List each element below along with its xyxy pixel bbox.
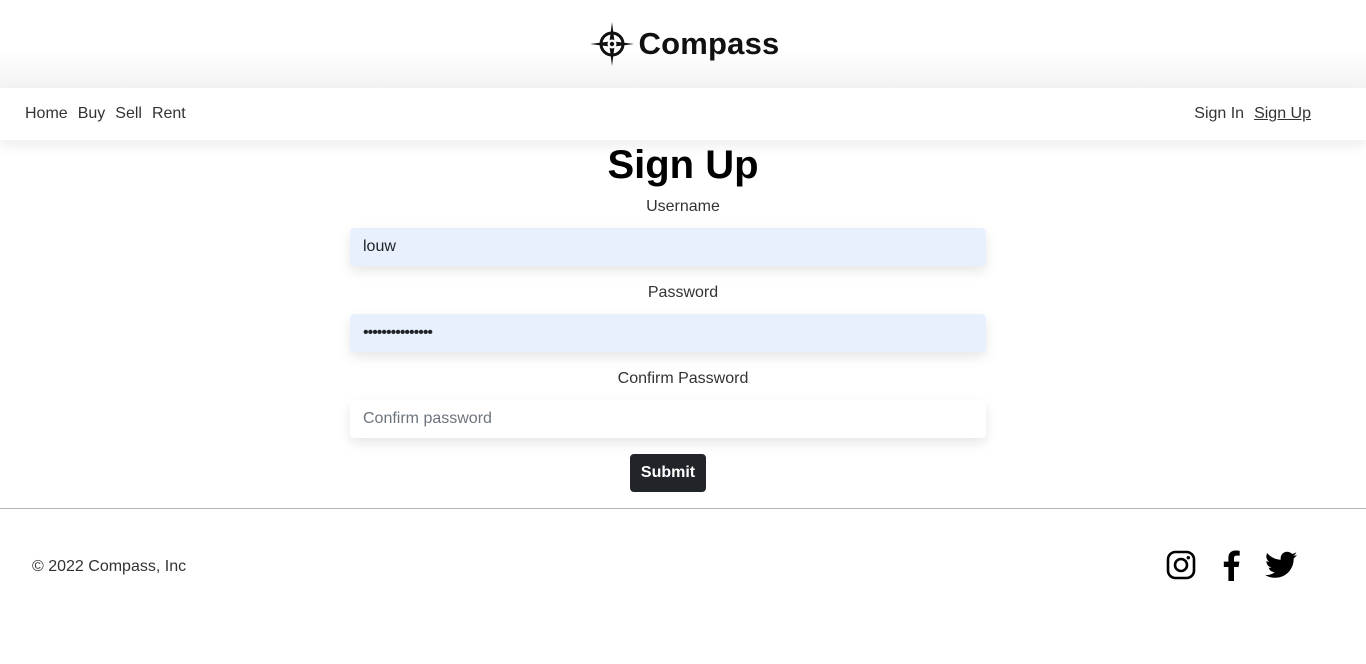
main-navbar: Home Buy Sell Rent Sign In Sign Up <box>0 88 1366 140</box>
compass-rose-icon <box>589 22 634 66</box>
nav-buy-link[interactable]: Buy <box>78 105 106 123</box>
twitter-icon <box>1265 551 1297 578</box>
password-input[interactable] <box>350 314 986 352</box>
footer-divider <box>0 508 1366 509</box>
nav-sell-link[interactable]: Sell <box>115 105 142 123</box>
instagram-link[interactable] <box>1165 548 1197 582</box>
nav-home-link[interactable]: Home <box>25 105 68 123</box>
username-input[interactable] <box>350 228 986 266</box>
nav-sign-up-link[interactable]: Sign Up <box>1254 105 1311 123</box>
nav-left-links: Home Buy Sell Rent <box>25 105 186 123</box>
brand-name: Compass <box>638 26 780 61</box>
nav-sign-in-link[interactable]: Sign In <box>1194 105 1244 123</box>
confirm-password-label: Confirm Password <box>617 370 749 387</box>
nav-rent-link[interactable]: Rent <box>152 105 186 123</box>
brand-header: Compass <box>0 0 1366 88</box>
facebook-link[interactable] <box>1215 548 1247 582</box>
page-title: Sign Up <box>607 143 759 187</box>
password-label: Password <box>647 284 719 301</box>
social-links <box>1165 548 1297 582</box>
copyright-text: © 2022 Compass, Inc <box>32 558 187 575</box>
brand-link[interactable]: Compass <box>589 21 780 67</box>
submit-button[interactable]: Submit <box>630 454 706 492</box>
twitter-link[interactable] <box>1265 548 1297 582</box>
facebook-icon <box>1223 550 1240 581</box>
username-label: Username <box>646 198 720 215</box>
confirm-password-input[interactable] <box>350 400 986 438</box>
instagram-icon <box>1166 550 1196 580</box>
nav-right-links: Sign In Sign Up <box>1194 105 1311 123</box>
